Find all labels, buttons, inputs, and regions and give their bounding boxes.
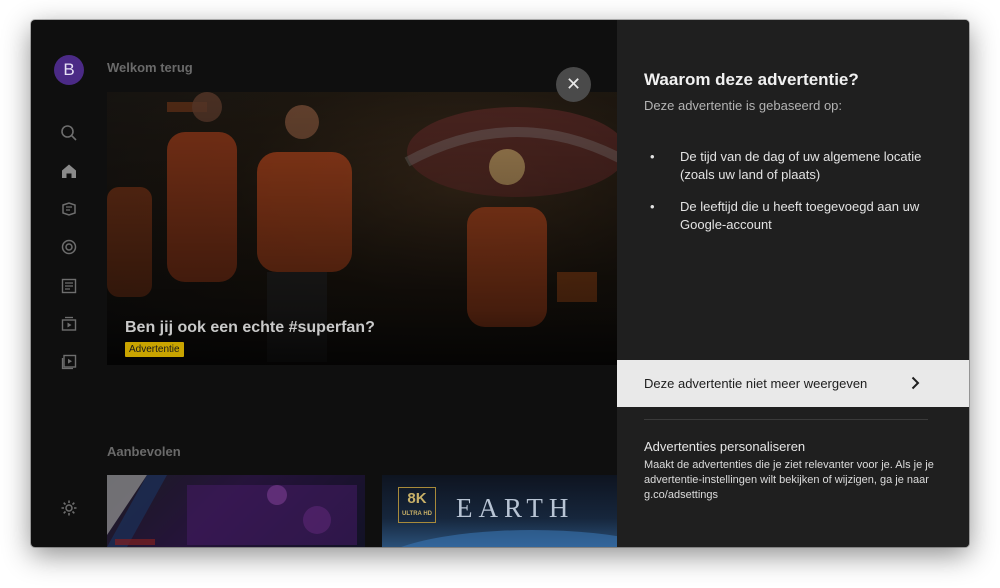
8k-badge: 8K ULTRA HD [398,487,436,523]
library-icon[interactable] [59,276,79,296]
reason-item: De leeftijd die u heeft toegevoegd aan u… [644,198,944,234]
video-thumbnail-earth[interactable]: 8K ULTRA HD EARTH [382,475,618,547]
greeting-heading: Welkom terug [107,60,193,75]
recommended-heading: Aanbevolen [107,444,181,459]
sidebar: B [31,20,107,547]
hero-ad-video[interactable]: Ben jij ook een echte #superfan? Adverte… [107,92,617,365]
search-icon[interactable] [59,123,79,143]
reason-item: De tijd van de dag of uw algemene locati… [644,148,944,184]
personalize-ads-title[interactable]: Advertenties personaliseren [644,439,805,454]
hide-ad-button[interactable]: Deze advertentie niet meer weergeven [617,360,969,407]
personalize-ads-description: Maakt de advertenties die je ziet releva… [644,459,934,501]
playlist-icon[interactable] [59,352,79,372]
hide-ad-label: Deze advertentie niet meer weergeven [644,376,868,391]
video-thumbnail[interactable] [107,475,365,547]
home-icon[interactable] [59,161,79,181]
gear-icon[interactable] [59,498,79,518]
reason-list: De tijd van de dag of uw algemene locati… [644,148,944,248]
close-icon: ✕ [565,74,582,94]
why-this-ad-panel: Waarom deze advertentie? Deze advertenti… [617,20,969,547]
panel-title: Waarom deze advertentie? [644,70,859,89]
tv-app-window: B Welkom terug Ben jij ook een echte #su… [31,20,969,547]
close-button[interactable]: ✕ [556,67,591,102]
thumbnail-title: EARTH [456,493,575,523]
ad-badge: Advertentie [125,342,184,357]
explore-icon[interactable] [59,199,79,219]
avatar[interactable]: B [54,55,84,85]
chevron-right-icon [907,375,923,391]
hero-title: Ben jij ook een echte #superfan? [125,319,375,336]
channels-icon[interactable] [59,314,79,334]
divider [644,419,928,420]
panel-subtitle: Deze advertentie is gebaseerd op: [644,98,843,113]
subscriptions-icon[interactable] [59,237,79,257]
